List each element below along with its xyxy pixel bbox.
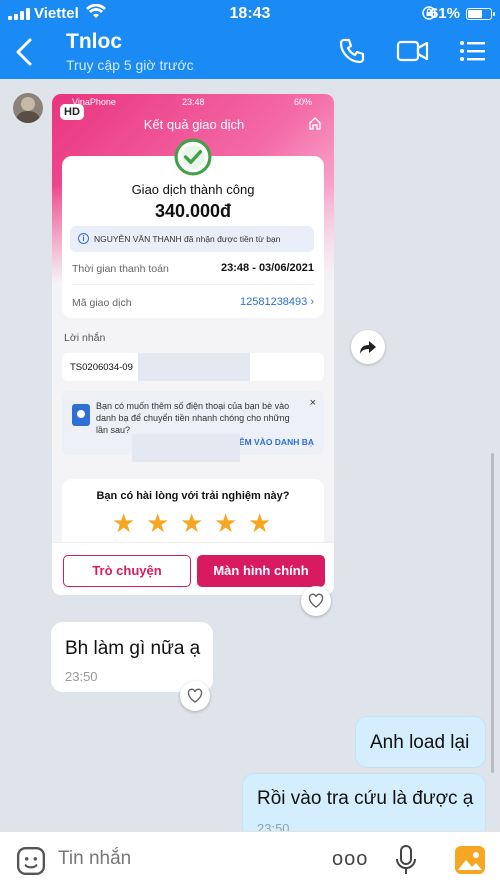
- recipient-notice: i NGUYỄN VĂN THANH đã nhận được tiền từ …: [70, 226, 314, 252]
- success-check-icon: [174, 138, 212, 176]
- message-box: TS0206034-09: [62, 353, 324, 381]
- redacted-area: [138, 353, 250, 381]
- menu-list-icon[interactable]: [456, 36, 490, 66]
- last-seen: Truy cập 5 giờ trước: [66, 57, 194, 73]
- phone-call-icon[interactable]: [336, 36, 370, 66]
- transaction-card: Giao dịch thành công 340.000đ i NGUYỄN V…: [62, 138, 324, 318]
- video-call-icon[interactable]: [396, 36, 430, 66]
- message-text: Bh làm gì nữa ạ: [65, 638, 201, 659]
- divider: [72, 284, 314, 285]
- screenshot-title: Kết quả giao dịch: [143, 117, 245, 132]
- more-options-icon[interactable]: ooo: [332, 848, 368, 871]
- transaction-id-value: 12581238493 ›: [239, 296, 314, 308]
- star-icon: ★: [248, 508, 272, 538]
- message-composer: Tin nhắn ooo: [0, 831, 500, 889]
- heart-react-icon[interactable]: [301, 586, 331, 616]
- share-forward-icon[interactable]: [351, 330, 385, 364]
- transaction-amount: 340.000đ: [154, 201, 232, 221]
- scrollbar[interactable]: [491, 453, 494, 773]
- message-value: TS0206034-09: [70, 362, 133, 373]
- message-bubble-outgoing[interactable]: Rồi vào tra cứu là được ạ 23:50: [242, 773, 486, 839]
- message-text: Anh load lại: [370, 732, 470, 753]
- promo-text: Bạn có muốn thêm số điện thoại của bạn b…: [96, 401, 290, 435]
- heart-react-icon[interactable]: [180, 681, 210, 711]
- star-icon: ★: [146, 508, 170, 538]
- contact-avatar[interactable]: [13, 93, 43, 123]
- home-screen-button: Màn hình chính: [197, 555, 325, 587]
- rating-question: Bạn có hài lòng với trải nghiệm này?: [96, 490, 290, 502]
- shared-screenshot-image[interactable]: VinaPhone 23:48 60% HD Kết quả giao dịch…: [51, 93, 335, 596]
- back-arrow-icon[interactable]: [10, 34, 40, 70]
- chat-header: Viettel 18:43 61% Tnloc Truy cập 5 giờ t…: [0, 0, 500, 79]
- message-timestamp: 23:50: [65, 669, 98, 684]
- inner-time: 23:48: [182, 97, 205, 107]
- payment-time-label: Thời gian thanh toán: [72, 263, 169, 275]
- star-icon: ★: [180, 508, 204, 538]
- home-icon: [309, 117, 321, 130]
- contact-book-icon: [72, 404, 90, 426]
- add-to-contacts-link: ÊM VÀO DANH BẠ: [238, 437, 314, 447]
- screenshot-button-bar: Trò chuyện Màn hình chính: [52, 542, 334, 595]
- status-bar: Viettel 18:43 61%: [0, 0, 500, 26]
- star-icon: ★: [214, 508, 238, 538]
- close-icon: ×: [309, 397, 316, 409]
- message-label: Lời nhắn: [64, 332, 106, 344]
- microphone-icon[interactable]: [395, 844, 417, 876]
- payment-time-value: 23:48 - 03/06/2021: [221, 262, 314, 274]
- redacted-area: [132, 434, 240, 462]
- info-icon: i: [78, 233, 89, 244]
- message-text: Rồi vào tra cứu là được ạ: [257, 788, 474, 809]
- gallery-photo-icon[interactable]: [455, 846, 485, 874]
- message-input[interactable]: Tin nhắn: [58, 848, 131, 870]
- rating-card: Bạn có hài lòng với trải nghiệm này? ★ ★…: [62, 479, 324, 549]
- transaction-id-label: Mã giao dịch: [72, 297, 132, 309]
- transaction-status: Giao dịch thành công: [131, 182, 255, 197]
- sticker-emoji-icon[interactable]: [16, 846, 46, 876]
- chat-button: Trò chuyện: [63, 555, 191, 587]
- star-icon: ★: [112, 508, 136, 538]
- battery-icon: [466, 8, 495, 20]
- recipient-notice-text: NGUYỄN VĂN THANH đã nhận được tiền từ bạ…: [94, 234, 281, 244]
- battery-percent: 61%: [429, 5, 460, 22]
- contact-name[interactable]: Tnloc: [66, 30, 122, 54]
- message-bubble-outgoing[interactable]: Anh load lại: [355, 716, 486, 768]
- inner-battery: 60%: [293, 97, 312, 107]
